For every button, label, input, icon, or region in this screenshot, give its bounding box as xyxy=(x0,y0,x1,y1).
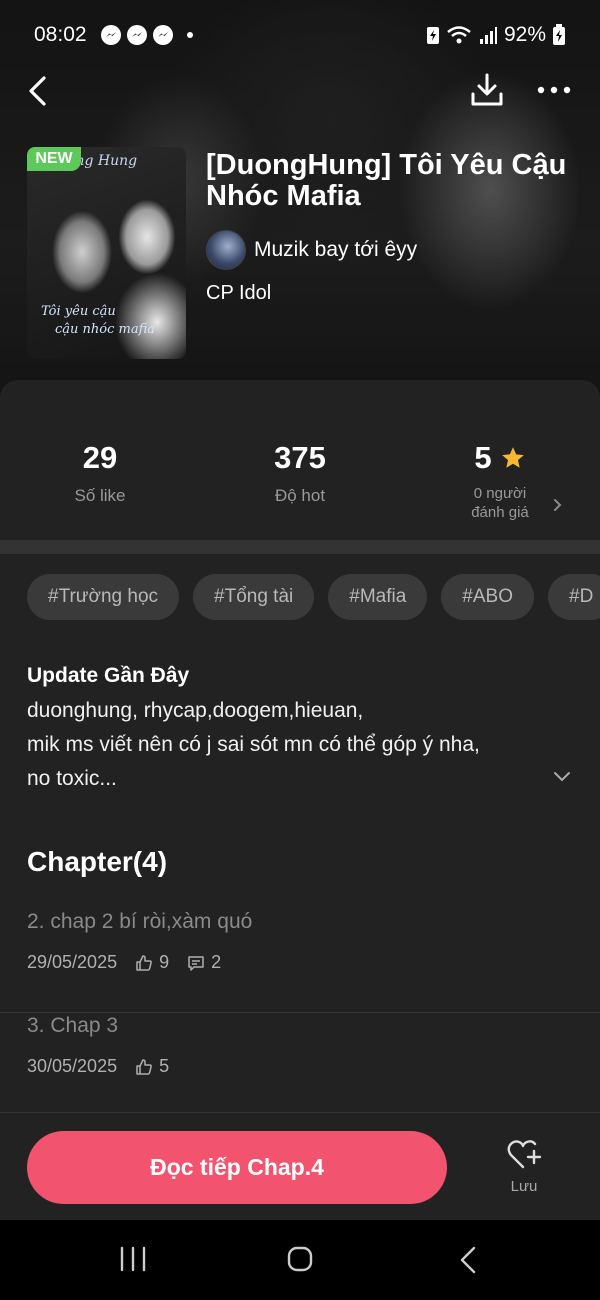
thumbs-up-icon xyxy=(136,954,152,971)
messenger-icon xyxy=(100,25,121,45)
update-line: mik ms viết nên có j sai sót mn có thể g… xyxy=(27,733,480,756)
status-time: 08:02 xyxy=(34,23,87,46)
author-avatar[interactable] xyxy=(206,230,246,270)
rating-count-label: 0 người xyxy=(473,485,527,502)
tag-chip[interactable]: #Trường học xyxy=(27,574,180,620)
tag-chip[interactable]: #Mafia xyxy=(328,574,428,620)
wifi-icon xyxy=(447,26,471,44)
chapter-like-count: 5 xyxy=(159,1056,170,1076)
chevron-down-icon[interactable] xyxy=(552,770,572,784)
update-line: duonghung, rhycap,doogem,hieuan, xyxy=(27,699,364,722)
notification-dot-icon xyxy=(186,32,193,38)
tag-chip[interactable]: #D xyxy=(548,574,600,620)
author-row[interactable]: Muzik bay tới êyy xyxy=(206,230,417,270)
thumbs-up-icon xyxy=(136,1058,152,1075)
system-nav-bar xyxy=(0,1220,600,1300)
home-icon[interactable] xyxy=(286,1245,314,1273)
chapter-comment-count: 2 xyxy=(211,952,222,972)
story-title: [DuongHung] Tôi Yêu Cậu Nhóc Mafia xyxy=(206,149,567,212)
bottom-action-bar: Đọc tiếp Chap.4 Lưu xyxy=(0,1112,600,1220)
battery-percent: 92% xyxy=(503,23,546,46)
chapter-date: 30/05/2025 xyxy=(27,1056,118,1076)
chapter-list-item[interactable]: 3. Chap 3 30/05/2025 5 xyxy=(0,1014,600,1117)
more-horizontal-icon[interactable] xyxy=(536,78,572,102)
chevron-right-icon[interactable] xyxy=(550,498,564,512)
chapter-name: 2. chap 2 bí ròi,xàm quó xyxy=(27,910,253,933)
stat-hot: 375 Độ hot xyxy=(274,440,326,505)
top-bar xyxy=(0,70,600,112)
author-name[interactable]: Muzik bay tới êyy xyxy=(254,238,417,262)
battery-saver-icon xyxy=(426,27,439,44)
download-icon[interactable] xyxy=(470,72,504,108)
update-line: no toxic... xyxy=(27,767,117,790)
stat-rating[interactable]: 5 0 người đánh giá xyxy=(400,440,600,522)
signal-icon xyxy=(479,27,497,44)
rating-value: 5 xyxy=(474,440,492,475)
chapter-meta: 30/05/2025 5 xyxy=(27,1056,169,1077)
new-badge: NEW xyxy=(27,147,81,171)
chapter-heading: Chapter(4) xyxy=(27,846,168,877)
comment-icon xyxy=(188,955,204,971)
tag-list: #Trường học #Tổng tài #Mafia #ABO #D xyxy=(27,574,600,620)
recent-apps-icon[interactable] xyxy=(118,1246,148,1272)
story-cover[interactable]: ong Hung Tôi yêu cậu cậu nhóc mafia xyxy=(27,147,186,359)
tag-chip[interactable]: #Tổng tài xyxy=(193,574,315,620)
heart-plus-icon xyxy=(507,1140,542,1169)
chapter-name: 3. Chap 3 xyxy=(27,1014,119,1037)
update-title: Update Gần Đây xyxy=(27,664,190,687)
stats-row: 29 Số like 375 Độ hot 5 0 người đánh giá xyxy=(0,380,600,540)
continue-reading-button[interactable]: Đọc tiếp Chap.4 xyxy=(27,1131,447,1204)
status-bar: 08:02 92% xyxy=(0,0,600,70)
messenger-icon xyxy=(126,25,147,45)
chapter-meta: 29/05/2025 9 2 xyxy=(27,952,221,973)
update-section: Update Gần Đây duonghung, rhycap,doogem,… xyxy=(27,664,573,796)
battery-icon xyxy=(553,24,565,45)
stat-likes: 29 Số like xyxy=(74,440,126,505)
section-divider xyxy=(0,540,600,554)
back-icon[interactable] xyxy=(458,1245,478,1275)
tag-chip[interactable]: #ABO xyxy=(441,574,534,620)
save-label: Lưu xyxy=(510,1178,538,1195)
star-icon xyxy=(501,447,524,468)
chapter-date: 29/05/2025 xyxy=(27,952,118,972)
content-panel: 29 Số like 375 Độ hot 5 0 người đánh giá… xyxy=(0,380,600,1220)
chevron-left-icon[interactable] xyxy=(24,74,52,108)
save-button[interactable]: Lưu xyxy=(494,1137,554,1201)
messenger-icon xyxy=(152,25,173,45)
chapter-list-item[interactable]: 2. chap 2 bí ròi,xàm quó 29/05/2025 9 2 xyxy=(0,910,600,1013)
chapter-like-count: 9 xyxy=(159,952,170,972)
cover-script-text: Tôi yêu cậu cậu nhóc mafia xyxy=(41,304,156,337)
story-category[interactable]: CP Idol xyxy=(206,282,271,305)
